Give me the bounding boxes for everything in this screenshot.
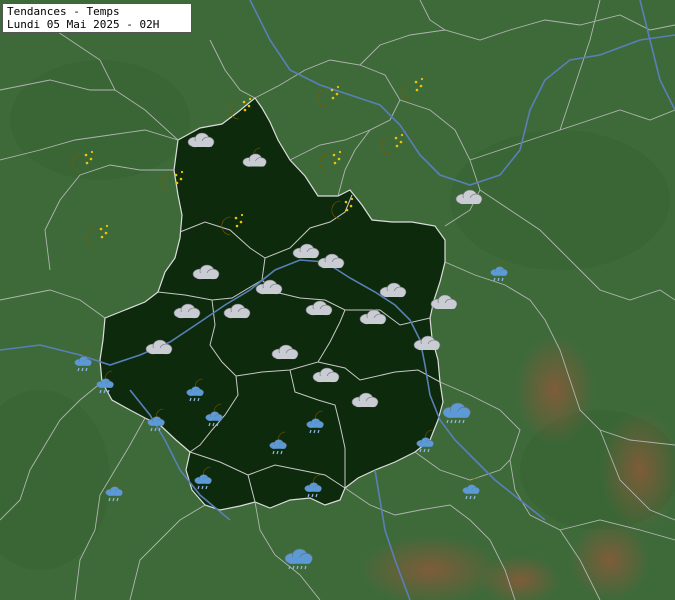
cloud-icon xyxy=(186,127,216,155)
cloud-icon xyxy=(254,274,284,302)
moon-stars-icon xyxy=(68,149,98,177)
title-box: Tendances - Temps Lundi 05 Mai 2025 - 02… xyxy=(2,3,192,33)
moon-rain-icon xyxy=(201,401,231,429)
moon-rain-icon xyxy=(302,408,332,436)
moon-stars-icon xyxy=(378,132,408,160)
cloud-icon xyxy=(270,339,300,367)
moon-rain-icon xyxy=(190,464,220,492)
cloud-icon xyxy=(222,298,252,326)
cloud-icon xyxy=(454,184,484,212)
moon-rain-icon xyxy=(300,472,330,500)
moon-stars-icon xyxy=(328,196,358,224)
moon-stars-icon xyxy=(158,169,188,197)
cloud-icon xyxy=(172,298,202,326)
moon-rain-icon xyxy=(101,476,131,504)
cloud-icon xyxy=(316,248,346,276)
map-title: Tendances - Temps xyxy=(7,5,120,18)
rain-cloud-icon xyxy=(284,546,314,574)
cloud-icon xyxy=(304,295,334,323)
moon-rain-icon xyxy=(182,376,212,404)
cloud-icon xyxy=(191,259,221,287)
moon-stars-icon xyxy=(83,223,113,251)
weather-map: Tendances - Temps Lundi 05 Mai 2025 - 02… xyxy=(0,0,675,600)
moon-stars-icon xyxy=(226,96,256,124)
cloud-icon xyxy=(350,387,380,415)
moon-stars-icon xyxy=(316,149,346,177)
moon-rain-icon xyxy=(486,256,516,284)
map-date: Lundi 05 Mai 2025 - 02H xyxy=(7,18,160,31)
cloud-icon xyxy=(412,330,442,358)
cloud-icon xyxy=(144,334,174,362)
moon-rain-icon xyxy=(412,427,442,455)
moon-rain-icon xyxy=(265,429,295,457)
cloud-icon xyxy=(378,277,408,305)
moon-rain-icon xyxy=(458,474,488,502)
cloud-icon xyxy=(311,362,341,390)
cloud-icon xyxy=(429,289,459,317)
moon-stars-icon xyxy=(398,76,428,104)
cloud-icon xyxy=(358,304,388,332)
moon-stars-icon xyxy=(314,84,344,112)
rain-cloud-icon xyxy=(442,400,472,428)
moon-cloud-icon xyxy=(242,145,272,173)
moon-stars-icon xyxy=(218,212,248,240)
moon-rain-icon xyxy=(92,368,122,396)
moon-rain-icon xyxy=(143,406,173,434)
